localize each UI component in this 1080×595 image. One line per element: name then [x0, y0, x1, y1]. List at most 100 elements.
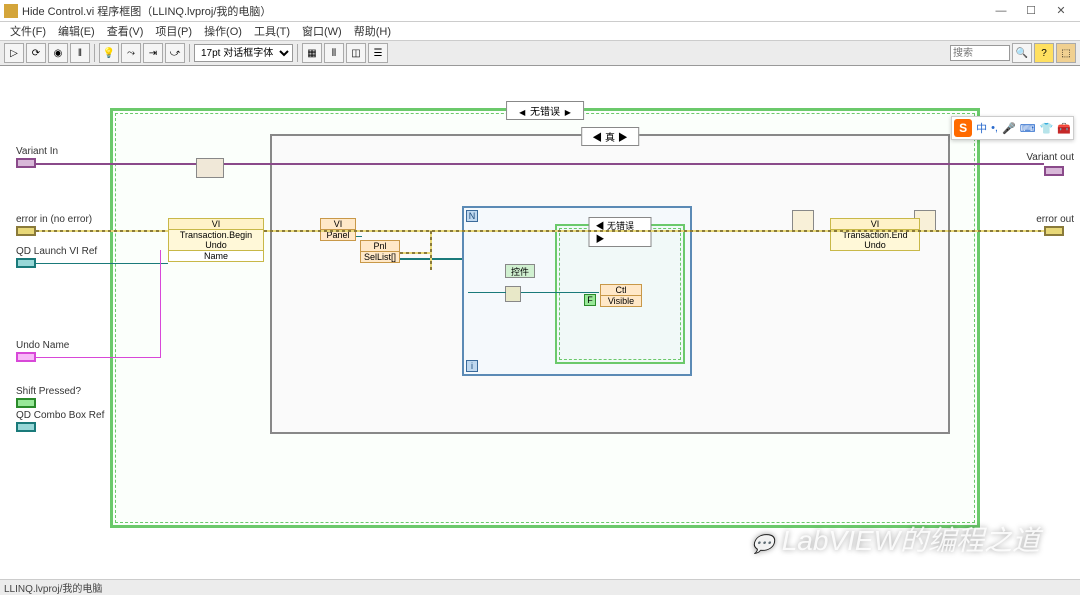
- align-button[interactable]: ▦: [302, 43, 322, 63]
- maximize-button[interactable]: ☐: [1016, 1, 1046, 21]
- invoke-end-undo[interactable]: VI Transaction.End Undo: [830, 218, 920, 251]
- terminal-variant-out[interactable]: [1044, 166, 1064, 176]
- case-outer-selector[interactable]: ◀ 无错误 ▶: [506, 101, 584, 120]
- invoke-begin-undo-head: VI: [169, 219, 263, 230]
- menu-help[interactable]: 帮助(H): [348, 21, 397, 41]
- step-over-button[interactable]: ⤻: [165, 43, 185, 63]
- close-button[interactable]: ✕: [1046, 1, 1076, 21]
- search-button[interactable]: 🔍: [1012, 43, 1032, 63]
- wire-variant-2: [224, 163, 1044, 165]
- ime-voice-icon[interactable]: 🎤: [1002, 122, 1016, 135]
- to-more-specific-class[interactable]: [505, 286, 521, 302]
- vi-icon-button[interactable]: ⬚: [1056, 43, 1076, 63]
- terminal-shift[interactable]: [16, 398, 36, 408]
- subvi-variant-icon[interactable]: [196, 158, 224, 178]
- terminal-shift-label: Shift Pressed?: [16, 386, 81, 397]
- toolbar: ▷ ⟳ ◉ ‖ 💡 ⤳ ⇥ ⤻ 17pt 对话框字体 ▦ ⫴ ◫ ☰ 🔍 ? ⬚: [0, 40, 1080, 66]
- ime-punct-icon[interactable]: •,: [991, 122, 998, 134]
- font-select[interactable]: 17pt 对话框字体: [194, 44, 293, 62]
- wire-error-2: [264, 230, 1044, 232]
- wire-specific: [521, 292, 599, 293]
- wire-error-1: [36, 230, 168, 232]
- false-constant[interactable]: F: [584, 294, 596, 306]
- case-next-icon[interactable]: ▶: [563, 108, 573, 117]
- status-path: LLINQ.lvproj/我的电脑: [4, 580, 102, 595]
- property-ctl-visible[interactable]: Ctl Visible: [600, 284, 642, 307]
- wire-string-h: [36, 357, 160, 358]
- invoke-begin-undo-param: Name: [169, 251, 263, 261]
- resize-button[interactable]: ◫: [346, 43, 366, 63]
- case-inner-next-icon[interactable]: ▶: [618, 133, 628, 144]
- ime-toolbox-icon[interactable]: 🧰: [1057, 122, 1071, 135]
- terminal-undo-name-label: Undo Name: [16, 340, 69, 351]
- terminal-error-out-label: error out: [1036, 214, 1074, 225]
- terminal-undo-name[interactable]: [16, 352, 36, 362]
- ime-skin-icon[interactable]: 👕: [1040, 122, 1054, 135]
- terminal-variant-in[interactable]: [16, 158, 36, 168]
- terminal-error-in-label: error in (no error): [16, 214, 92, 225]
- reorder-button[interactable]: ☰: [368, 43, 388, 63]
- app-icon: [4, 4, 18, 18]
- menu-edit[interactable]: 编辑(E): [52, 21, 101, 41]
- property-vi-head: VI: [321, 219, 355, 230]
- wire-string-v: [160, 250, 161, 358]
- for-loop-i: i: [466, 360, 478, 372]
- ime-toolbar[interactable]: S 中 •, 🎤 ⌨ 👕 🧰: [951, 116, 1074, 140]
- case-inner-prev-icon[interactable]: ◀: [592, 133, 602, 144]
- bundle-node-1[interactable]: [792, 210, 814, 232]
- property-visible-item: Visible: [601, 296, 641, 306]
- case-ctl-selector[interactable]: ◀ 无错误 ▶: [589, 217, 652, 247]
- property-ctl-head: Ctl: [601, 285, 641, 296]
- terminal-combo-ref-label: QD Combo Box Ref: [16, 410, 104, 421]
- invoke-begin-undo-method: Transaction.Begin Undo: [169, 230, 263, 251]
- search-input[interactable]: [950, 45, 1010, 61]
- menu-window[interactable]: 窗口(W): [296, 21, 348, 41]
- case-ctl-next-icon[interactable]: ▶: [596, 234, 605, 244]
- ime-logo-icon[interactable]: S: [954, 119, 972, 137]
- wire-loop-ref: [468, 292, 506, 293]
- terminal-variant-in-label: Variant In: [16, 146, 58, 157]
- for-loop-n: N: [466, 210, 478, 222]
- property-panel-sellist[interactable]: Pnl SelList[]: [360, 240, 400, 263]
- status-bar: LLINQ.lvproj/我的电脑: [0, 579, 1080, 595]
- terminal-error-out[interactable]: [1044, 226, 1064, 236]
- distribute-button[interactable]: ⫴: [324, 43, 344, 63]
- menu-project[interactable]: 项目(P): [149, 21, 198, 41]
- property-sellist-item: SelList[]: [361, 252, 399, 262]
- abort-button[interactable]: ◉: [48, 43, 68, 63]
- menu-bar: 文件(F) 编辑(E) 查看(V) 项目(P) 操作(O) 工具(T) 窗口(W…: [0, 22, 1080, 40]
- window-controls: — ☐ ✕: [986, 1, 1076, 21]
- highlight-button[interactable]: 💡: [99, 43, 119, 63]
- invoke-begin-undo[interactable]: VI Transaction.Begin Undo Name: [168, 218, 264, 262]
- retain-wire-button[interactable]: ⤳: [121, 43, 141, 63]
- menu-tools[interactable]: 工具(T): [248, 21, 296, 41]
- terminal-combo-ref[interactable]: [16, 422, 36, 432]
- wire-err-inner: [400, 252, 430, 254]
- title-bar: Hide Control.vi 程序框图（LLINQ.lvproj/我的电脑） …: [0, 0, 1080, 22]
- menu-operate[interactable]: 操作(O): [198, 21, 248, 41]
- window-title: Hide Control.vi 程序框图（LLINQ.lvproj/我的电脑）: [22, 3, 986, 19]
- step-into-button[interactable]: ⇥: [143, 43, 163, 63]
- invoke-end-undo-head: VI: [831, 219, 919, 230]
- terminal-variant-out-label: Variant out: [1026, 152, 1074, 163]
- case-inner-selector[interactable]: ◀ 真 ▶: [581, 127, 639, 146]
- terminal-qd-ref-label: QD Launch VI Ref: [16, 246, 97, 257]
- block-diagram-canvas[interactable]: Variant In error in (no error) QD Launch…: [0, 66, 1080, 579]
- terminal-error-in[interactable]: [16, 226, 36, 236]
- terminal-qd-ref[interactable]: [16, 258, 36, 268]
- property-pnl-head: Pnl: [361, 241, 399, 252]
- wire-variant: [36, 163, 196, 165]
- ime-keyboard-icon[interactable]: ⌨: [1020, 122, 1036, 135]
- menu-file[interactable]: 文件(F): [4, 21, 52, 41]
- ime-mode[interactable]: 中: [976, 120, 987, 136]
- pause-button[interactable]: ‖: [70, 43, 90, 63]
- help-button[interactable]: ?: [1034, 43, 1054, 63]
- run-continuous-button[interactable]: ⟳: [26, 43, 46, 63]
- run-button[interactable]: ▷: [4, 43, 24, 63]
- wire-panel: [356, 236, 362, 237]
- menu-view[interactable]: 查看(V): [101, 21, 150, 41]
- class-specifier-control[interactable]: 控件: [505, 264, 535, 278]
- case-prev-icon[interactable]: ◀: [517, 108, 527, 117]
- minimize-button[interactable]: —: [986, 1, 1016, 21]
- invoke-end-undo-method: Transaction.End Undo: [831, 230, 919, 250]
